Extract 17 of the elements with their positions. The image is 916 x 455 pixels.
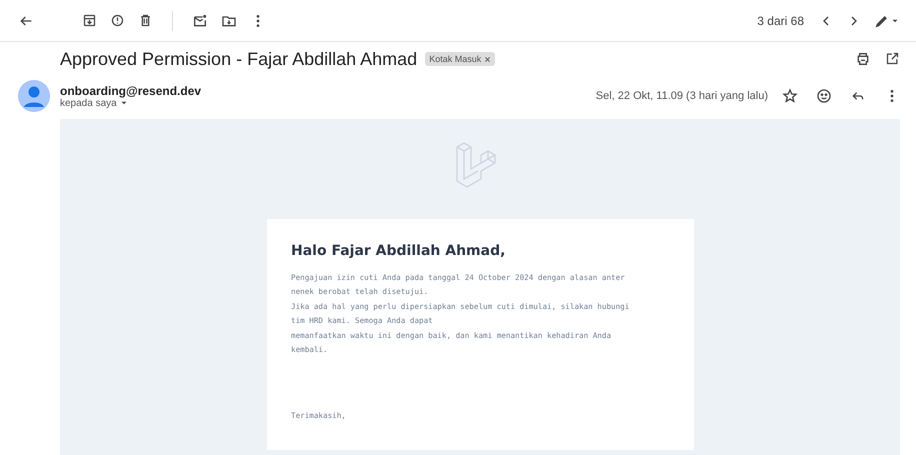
avatar-icon	[18, 80, 50, 112]
recipient-toggle[interactable]: kepada saya	[60, 98, 202, 108]
sender-address: onboarding@resend.dev	[60, 84, 202, 98]
mark-unread-icon[interactable]	[192, 12, 208, 28]
message-counter: 3 dari 68	[757, 14, 804, 28]
open-in-new-window-icon[interactable]	[885, 51, 900, 66]
email-subject: Approved Permission - Fajar Abdillah Ahmad	[60, 48, 418, 70]
print-icon[interactable]	[855, 51, 871, 67]
greeting: Halo Fajar Abdillah Ahmad,	[291, 243, 506, 259]
delete-icon[interactable]	[138, 13, 153, 28]
email-date: Sel, 22 Okt, 11.09 (3 hari yang lalu)	[596, 90, 768, 102]
emoji-reaction-icon[interactable]	[816, 88, 832, 104]
star-icon[interactable]	[782, 88, 798, 104]
report-spam-icon[interactable]	[110, 13, 125, 28]
archive-icon[interactable]	[82, 13, 97, 28]
inbox-label-chip[interactable]: Kotak Masuk	[425, 52, 496, 66]
close-icon[interactable]	[484, 56, 492, 62]
